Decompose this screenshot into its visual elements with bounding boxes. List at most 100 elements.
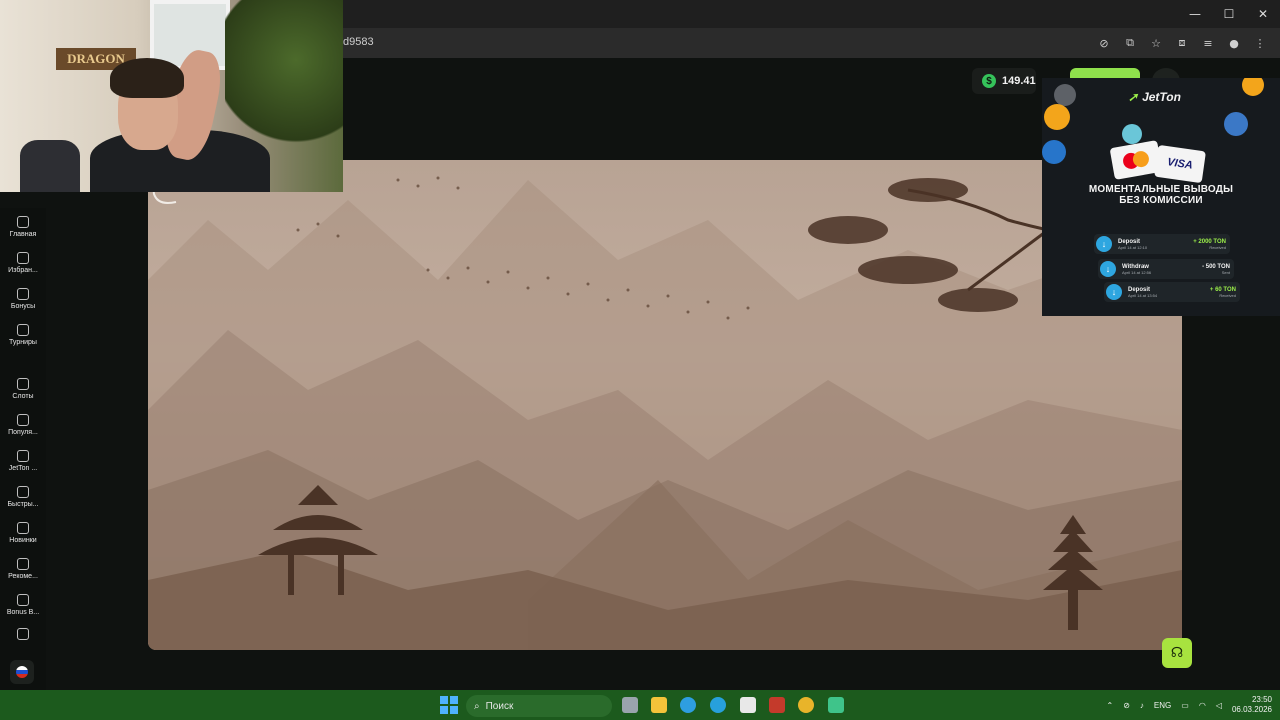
star-icon [17, 252, 29, 264]
sidebar: Главная Избран... Бонусы Турниры Слоты Популя… [0, 208, 46, 690]
telegram-icon[interactable] [710, 697, 726, 713]
game-canvas[interactable] [148, 160, 1182, 650]
sidebar-item[interactable]: Избран... [0, 252, 46, 274]
sidebar-item-label: Рекоме... [8, 573, 38, 580]
dollar-icon: $ [982, 74, 996, 88]
search-icon: ⌕ [474, 700, 480, 712]
webcam-chair [20, 140, 80, 192]
fire-icon [17, 414, 29, 426]
shield-icon [17, 628, 29, 640]
ad-headline-line1: МОМЕНТАЛЬНЫЕ ВЫВОДЫ [1088, 184, 1234, 195]
sidebar-item-label: Избран... [8, 267, 38, 274]
shield-app-icon[interactable] [769, 697, 785, 713]
sidebar-item[interactable]: Рекоме... [0, 558, 46, 580]
bitcoin-coin-icon [1044, 104, 1070, 130]
taskbar-clock[interactable]: 23:50 06.03.2026 [1232, 695, 1272, 715]
sidebar-item-label: Главная [9, 231, 37, 238]
file-explorer-icon[interactable] [651, 697, 667, 713]
sidebar-item[interactable]: Новинки [0, 522, 46, 544]
visa-card: VISA [1154, 144, 1206, 184]
network-icon[interactable]: ⊘ [1123, 701, 1130, 710]
usdc-coin-icon [1042, 140, 1066, 164]
home-icon [17, 216, 29, 228]
ad-headline-line2: БЕЗ КОМИССИИ [1119, 195, 1203, 206]
trophy-icon [17, 324, 29, 336]
clock-time: 23:50 [1251, 695, 1272, 704]
volume-icon[interactable]: ◁ [1216, 701, 1222, 710]
sidebar-item-label: JetTon ... [8, 465, 38, 472]
transaction-row: ↓ Deposit April 14 at 12:10 + 2000 TON Rec… [1094, 234, 1230, 254]
lightning-icon [17, 486, 29, 498]
maximize-button[interactable]: ☐ [1212, 0, 1246, 28]
sidebar-item[interactable]: Быстры... [0, 486, 46, 508]
sidebar-item[interactable]: Турниры [0, 324, 46, 346]
sidebar-item-label: Bonus B... [6, 609, 40, 616]
slots-icon [17, 378, 29, 390]
sidebar-item[interactable]: Бонусы [0, 288, 46, 310]
sidebar-item[interactable]: Слоты [0, 378, 46, 400]
sidebar-item[interactable] [0, 628, 46, 640]
new-icon [17, 522, 29, 534]
sidebar-item[interactable]: Главная [0, 216, 46, 238]
media-control-icon[interactable]: ≡ [1198, 33, 1218, 53]
language-button[interactable] [10, 660, 34, 684]
support-chat-button[interactable]: ☊ [1162, 638, 1192, 668]
gift-icon [17, 288, 29, 300]
crypto-coin-icon [1224, 112, 1248, 136]
profile-avatar-icon[interactable]: ● [1224, 33, 1244, 53]
sidebar-item-label: Новинки [9, 537, 37, 544]
sidebar-item-label: Турниры [9, 339, 37, 346]
plane-icon [17, 450, 29, 462]
webcam-plant [225, 0, 343, 150]
crypto-coin-icon [1122, 124, 1142, 144]
minimize-button[interactable]: — [1178, 0, 1212, 28]
webcam-overlay: DRAGON [0, 0, 343, 192]
install-app-icon[interactable]: ⧉ [1120, 33, 1140, 53]
close-window-button[interactable]: ✕ [1246, 0, 1280, 28]
download-icon: ↓ [1096, 236, 1112, 252]
transaction-row: ↓ Deposit April 14 at 13:54 + 60 TON Recei… [1104, 282, 1240, 302]
download-icon: ↓ [1100, 261, 1116, 277]
sidebar-item-label: Популя... [8, 429, 38, 436]
edge-browser-icon[interactable] [680, 697, 696, 713]
task-view-icon[interactable] [622, 697, 638, 713]
mic-icon[interactable]: ♪ [1140, 701, 1144, 710]
balance-display[interactable]: $ 149.41 [972, 68, 1036, 94]
address-bar-icons: ⊘ ⧉ ☆ ⧈ ≡ ● ⋮ [1094, 33, 1270, 53]
display-icon[interactable]: ▭ [1181, 701, 1189, 710]
bitcoin-coin-icon [1242, 78, 1264, 96]
balance-value: 149.41 [1002, 75, 1036, 87]
language-indicator[interactable]: ENG [1154, 701, 1171, 710]
tray-chevron-icon[interactable]: ⌃ [1107, 701, 1114, 710]
landscape-artwork [148, 176, 1182, 650]
windows-taskbar: ⌕ Поиск ⌃ ⊘ ♪ ENG ▭ ◠ ◁ 23:50 06.03.2026 [0, 690, 1280, 720]
kick-app-icon[interactable] [828, 697, 844, 713]
extensions-icon[interactable]: ⧈ [1172, 33, 1192, 53]
jetton-logo-icon: ➚ [1128, 90, 1139, 104]
jetton-ad-overlay: ➚ JetTon VISA МОМЕНТАЛЬНЫЕ ВЫВОДЫ БЕЗ КО… [1042, 78, 1280, 316]
bonus-buy-icon [17, 594, 29, 606]
wifi-icon[interactable]: ◠ [1199, 701, 1206, 710]
taskbar-search[interactable]: ⌕ Поиск [466, 695, 612, 717]
windows-start-button[interactable] [440, 696, 458, 714]
chrome-icon[interactable] [798, 697, 814, 713]
transaction-row: ↓ Withdraw April 14 at 12:56 - 500 TON Sen… [1098, 259, 1234, 279]
app-x-icon[interactable] [740, 697, 756, 713]
bookmark-star-icon[interactable]: ☆ [1146, 33, 1166, 53]
sidebar-item[interactable]: Популя... [0, 414, 46, 436]
sidebar-item[interactable]: Bonus B... [0, 594, 46, 616]
russia-flag-icon [16, 666, 28, 678]
sidebar-item[interactable]: JetTon ... [0, 450, 46, 472]
coin-icon [1054, 84, 1076, 106]
url-text[interactable]: d9583 [343, 36, 374, 48]
jetton-brand-text: JetTon [1142, 90, 1181, 104]
ad-headline: МОМЕНТАЛЬНЫЕ ВЫВОДЫ БЕЗ КОМИССИИ [1042, 184, 1280, 206]
tracking-off-icon[interactable]: ⊘ [1094, 33, 1114, 53]
sidebar-item-label: Бонусы [10, 303, 36, 310]
recommend-icon [17, 558, 29, 570]
webcam-person-hair [110, 58, 184, 98]
sidebar-item-label: Слоты [12, 393, 34, 400]
download-icon: ↓ [1106, 284, 1122, 300]
browser-menu-icon[interactable]: ⋮ [1250, 33, 1270, 53]
taskbar-search-label: Поиск [485, 700, 514, 712]
